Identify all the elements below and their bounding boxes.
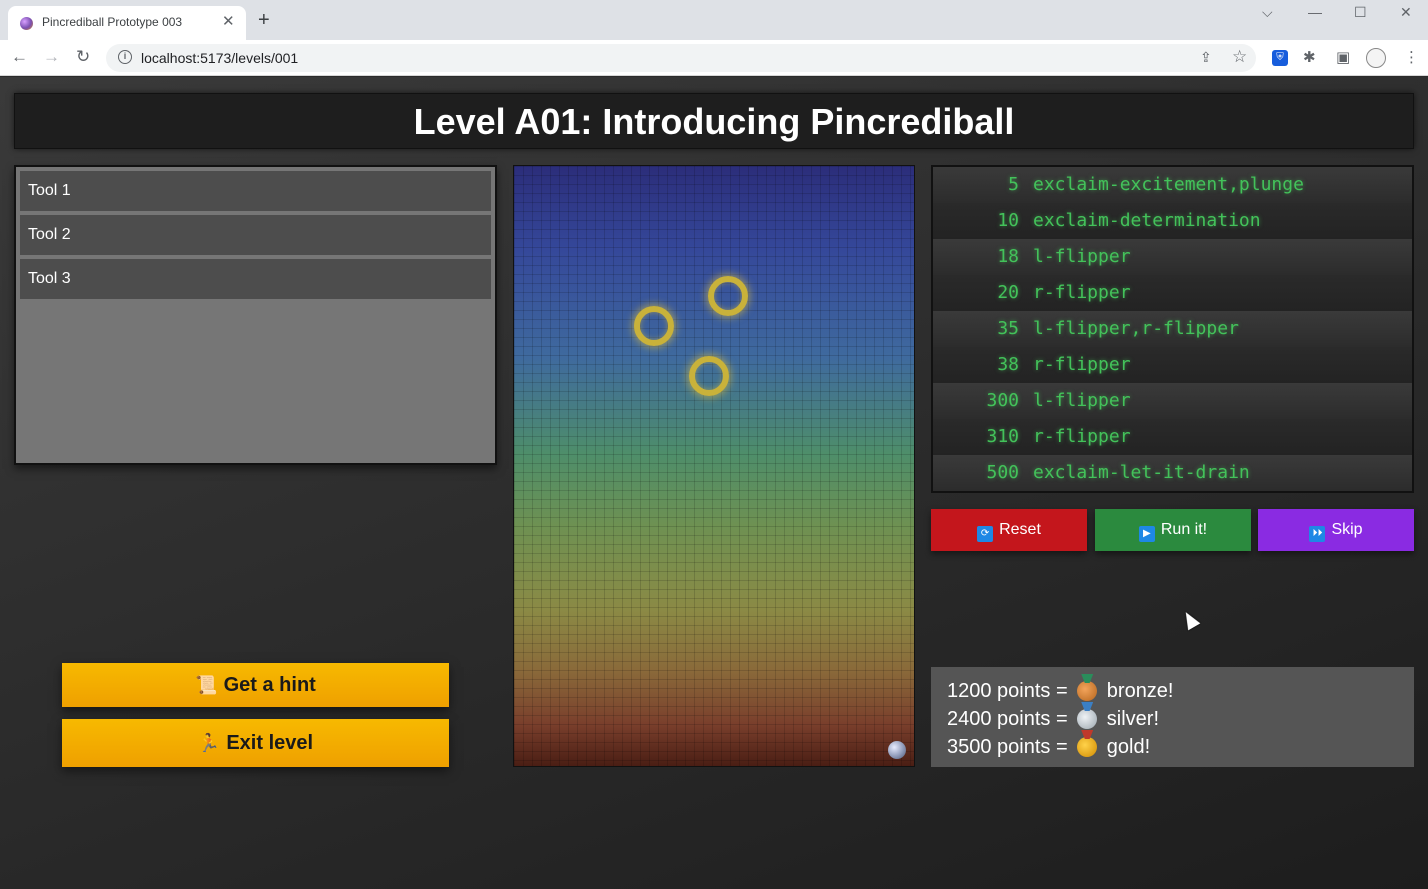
address-bar[interactable]: i localhost:5173/levels/001 ⇪ ☆ xyxy=(106,44,1256,72)
bitwarden-icon[interactable]: ⛨ xyxy=(1272,50,1288,66)
points-text: 2400 points = xyxy=(947,708,1068,730)
event-name: exclaim-excitement,plunge xyxy=(1033,174,1304,195)
pinball-playfield[interactable] xyxy=(513,165,915,767)
points-text: 1200 points = xyxy=(947,680,1068,702)
event-time: 18 xyxy=(997,246,1019,267)
medal-thresholds-panel: 1200 points = bronze! 2400 points = silv… xyxy=(931,667,1414,767)
running-person-icon: 🏃 xyxy=(197,733,221,753)
event-time: 20 xyxy=(997,282,1019,303)
event-row[interactable]: 310 r-flipper xyxy=(933,419,1412,455)
event-row[interactable]: 500 exclaim-let-it-drain xyxy=(933,455,1412,491)
menu-icon[interactable]: ⋮ xyxy=(1404,49,1419,67)
run-button[interactable]: ▶ Run it! xyxy=(1095,509,1251,551)
event-name: l-flipper xyxy=(1033,390,1131,411)
close-window-button[interactable]: ✕ xyxy=(1400,4,1412,20)
browser-tab[interactable]: Pincrediball Prototype 003 ✕ xyxy=(8,6,246,40)
tool-item[interactable]: Tool 3 xyxy=(20,259,491,299)
points-text: 3500 points = xyxy=(947,736,1068,758)
event-row[interactable]: 20 r-flipper xyxy=(933,275,1412,311)
tool-item[interactable]: Tool 1 xyxy=(20,171,491,211)
tab-search-icon[interactable]: ⌵ xyxy=(1262,4,1273,20)
gold-medal-icon xyxy=(1077,737,1098,757)
get-hint-button[interactable]: 📜 Get a hint xyxy=(62,663,449,707)
reload-button[interactable]: ↻ xyxy=(76,48,90,66)
bronze-medal-icon xyxy=(1077,681,1098,701)
pinball-ball xyxy=(888,741,906,759)
url-text[interactable]: localhost:5173/levels/001 xyxy=(141,50,298,66)
event-row[interactable]: 18 l-flipper xyxy=(933,239,1412,275)
bumper-ring xyxy=(689,356,729,396)
exit-level-label: Exit level xyxy=(226,732,314,754)
exit-level-button[interactable]: 🏃 Exit level xyxy=(62,719,449,767)
event-row[interactable]: 35 l-flipper,r-flipper xyxy=(933,311,1412,347)
tab-close-icon[interactable]: ✕ xyxy=(222,13,235,31)
skip-label: Skip xyxy=(1331,521,1363,538)
event-row[interactable]: 38 r-flipper xyxy=(933,347,1412,383)
back-button[interactable]: ← xyxy=(11,48,28,66)
event-time: 500 xyxy=(986,462,1019,483)
scroll-icon: 📜 xyxy=(195,675,218,695)
fast-forward-icon: ⏵⏵ xyxy=(1309,526,1326,542)
tab-title: Pincrediball Prototype 003 xyxy=(42,15,183,29)
event-row[interactable]: 5 exclaim-excitement,plunge xyxy=(933,167,1412,203)
event-time: 35 xyxy=(997,318,1019,339)
event-time: 5 xyxy=(1008,174,1019,195)
star-icon[interactable]: ☆ xyxy=(1232,47,1247,67)
event-schedule-list: 5 exclaim-excitement,plunge 10 exclaim-d… xyxy=(931,165,1414,493)
mouse-cursor-icon xyxy=(1179,608,1201,631)
level-header: Level A01: Introducing Pincrediball xyxy=(14,93,1414,149)
share-icon[interactable]: ⇪ xyxy=(1200,49,1212,66)
medal-label: gold! xyxy=(1106,736,1151,758)
medal-row-bronze: 1200 points = bronze! xyxy=(947,677,1398,705)
sidepanel-icon[interactable]: ▣ xyxy=(1336,49,1350,67)
silver-medal-icon xyxy=(1077,709,1098,729)
medal-label: silver! xyxy=(1106,708,1160,730)
reset-button[interactable]: ⟳ Reset xyxy=(931,509,1087,551)
event-name: l-flipper xyxy=(1033,246,1131,267)
playfield-grid xyxy=(514,166,914,766)
browser-toolbar: ← → ↻ i localhost:5173/levels/001 ⇪ ☆ ⛨ … xyxy=(0,40,1428,76)
favicon-icon xyxy=(20,17,33,30)
tool-item[interactable]: Tool 2 xyxy=(20,215,491,255)
browser-titlebar: Pincrediball Prototype 003 ✕ + ⌵ — ☐ ✕ xyxy=(0,0,1428,40)
play-icon: ▶ xyxy=(1138,526,1155,542)
medal-row-gold: 3500 points = gold! xyxy=(947,733,1398,761)
tools-panel: Tool 1 Tool 2 Tool 3 xyxy=(14,165,497,465)
medal-label: bronze! xyxy=(1106,680,1174,702)
get-hint-label: Get a hint xyxy=(223,674,316,696)
minimize-button[interactable]: — xyxy=(1308,4,1322,20)
event-name: r-flipper xyxy=(1033,426,1131,447)
event-time: 300 xyxy=(986,390,1019,411)
page-title: Level A01: Introducing Pincrediball xyxy=(413,101,1015,142)
event-row[interactable]: 10 exclaim-determination xyxy=(933,203,1412,239)
extensions-icon[interactable]: ✱ xyxy=(1303,49,1316,67)
reset-label: Reset xyxy=(999,521,1041,538)
forward-button[interactable]: → xyxy=(43,48,60,66)
event-time: 10 xyxy=(997,210,1019,231)
event-name: r-flipper xyxy=(1033,282,1131,303)
event-name: exclaim-determination xyxy=(1033,210,1261,231)
reset-icon: ⟳ xyxy=(977,526,994,542)
maximize-button[interactable]: ☐ xyxy=(1354,4,1367,20)
run-label: Run it! xyxy=(1160,521,1208,538)
medal-row-silver: 2400 points = silver! xyxy=(947,705,1398,733)
info-icon[interactable]: i xyxy=(118,50,132,64)
event-name: l-flipper,r-flipper xyxy=(1033,318,1239,339)
event-name: r-flipper xyxy=(1033,354,1131,375)
game-page: Level A01: Introducing Pincrediball Tool… xyxy=(0,77,1428,889)
skip-button[interactable]: ⏵⏵ Skip xyxy=(1258,509,1414,551)
event-row[interactable]: 300 l-flipper xyxy=(933,383,1412,419)
bumper-ring xyxy=(708,276,748,316)
event-time: 38 xyxy=(997,354,1019,375)
event-time: 310 xyxy=(986,426,1019,447)
profile-avatar[interactable] xyxy=(1366,48,1386,68)
new-tab-button[interactable]: + xyxy=(258,10,270,30)
bumper-ring xyxy=(634,306,674,346)
event-name: exclaim-let-it-drain xyxy=(1033,462,1250,483)
